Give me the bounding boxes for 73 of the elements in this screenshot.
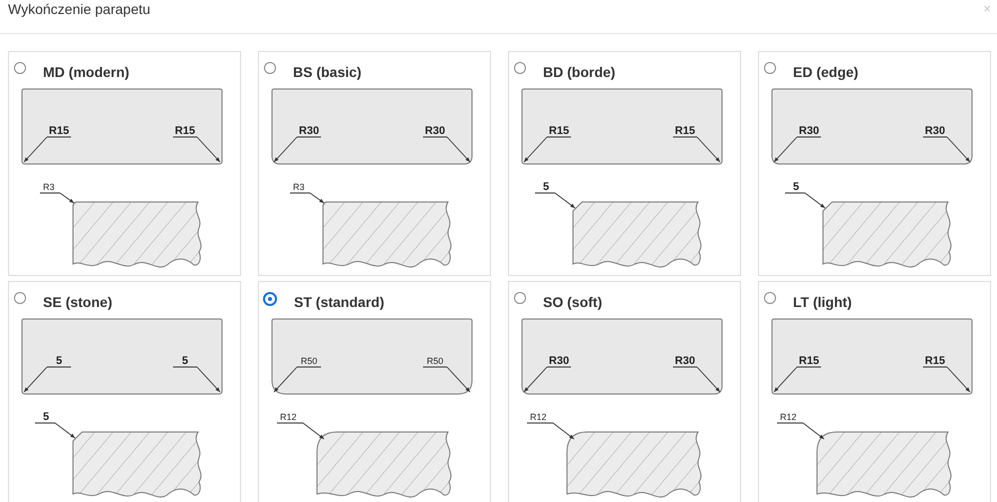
dimension-label: R30 — [674, 355, 696, 367]
dimension-label: R30 — [298, 125, 320, 137]
leader-line — [172, 136, 220, 162]
dimension-label: 5 — [43, 411, 50, 423]
leader-line — [922, 136, 970, 162]
leader-line — [776, 422, 824, 440]
leader-line — [34, 422, 76, 438]
leader-line — [274, 136, 322, 162]
leader-line — [534, 192, 576, 208]
dimension-label: R15 — [48, 125, 70, 137]
dimension-label: R12 — [280, 412, 297, 422]
dimension-label: R3 — [293, 182, 305, 192]
option-label: BS (basic) — [293, 64, 362, 80]
leader-line — [672, 366, 720, 392]
leader-line — [774, 366, 822, 392]
leader-line — [24, 136, 72, 162]
dimension-label: R15 — [798, 355, 820, 367]
radio-button[interactable] — [14, 62, 26, 74]
option-label: SO (soft) — [543, 294, 602, 310]
dimension-label: R50 — [300, 356, 318, 366]
option-card[interactable]: SO (soft) R30 R30 R12 — [508, 281, 741, 502]
leader-line — [422, 136, 470, 162]
dimension-label: R15 — [924, 355, 946, 367]
dimension-label: R12 — [530, 412, 547, 422]
leader-line — [422, 366, 470, 392]
dimension-label: R12 — [780, 412, 797, 422]
option-card[interactable]: BD (borde) R15 R15 5 — [508, 51, 741, 276]
option-label: ST (standard) — [294, 294, 384, 310]
leader-line — [24, 366, 72, 392]
dimension-label: R15 — [674, 125, 696, 137]
dimension-label: R30 — [548, 355, 570, 367]
leader-line — [526, 422, 574, 440]
leader-line — [40, 192, 74, 204]
dimension-label: 5 — [793, 181, 800, 193]
option-card[interactable]: ED (edge) R30 R30 5 — [758, 51, 991, 276]
leader-line — [290, 192, 324, 204]
dimension-label: R15 — [548, 125, 570, 137]
dimension-label: 5 — [56, 355, 62, 367]
option-card[interactable]: MD (modern) R15 R15 R3 — [8, 51, 241, 276]
radio-button[interactable] — [764, 62, 776, 74]
leader-line — [524, 366, 572, 392]
leader-line — [672, 136, 720, 162]
option-label: MD (modern) — [43, 64, 130, 80]
option-label: SE (stone) — [43, 294, 112, 310]
dimension-label: R30 — [424, 125, 446, 137]
option-label: ED (edge) — [793, 64, 858, 80]
leader-line — [784, 192, 826, 208]
leader-line — [274, 366, 322, 392]
dimension-label: R50 — [426, 356, 444, 366]
radio-button[interactable] — [263, 292, 277, 306]
dimension-label: 5 — [543, 181, 550, 193]
leader-line — [922, 366, 970, 392]
radio-button[interactable] — [514, 292, 526, 304]
leader-line — [774, 136, 822, 162]
dimension-label: R15 — [174, 125, 196, 137]
leader-line — [524, 136, 572, 162]
radio-button[interactable] — [14, 292, 26, 304]
dimension-label: R3 — [43, 182, 55, 192]
option-label: LT (light) — [793, 294, 852, 310]
option-label: BD (borde) — [543, 64, 616, 80]
dimension-label: R30 — [924, 125, 946, 137]
dialog-title: Wykończenie parapetu — [8, 1, 150, 17]
option-card[interactable]: LT (light) R15 R15 R12 — [758, 281, 991, 502]
option-card[interactable]: SE (stone) 5 5 5 — [8, 281, 241, 502]
radio-button[interactable] — [764, 292, 776, 304]
dimension-label: R30 — [798, 125, 820, 137]
option-card[interactable]: ST (standard) R50 R50 R12 — [258, 281, 491, 502]
option-card[interactable]: BS (basic) R30 R30 R3 — [258, 51, 491, 276]
radio-button[interactable] — [514, 62, 526, 74]
leader-line — [276, 422, 324, 440]
dimension-label: 5 — [182, 355, 188, 367]
radio-button[interactable] — [264, 62, 276, 74]
leader-line — [172, 366, 220, 392]
